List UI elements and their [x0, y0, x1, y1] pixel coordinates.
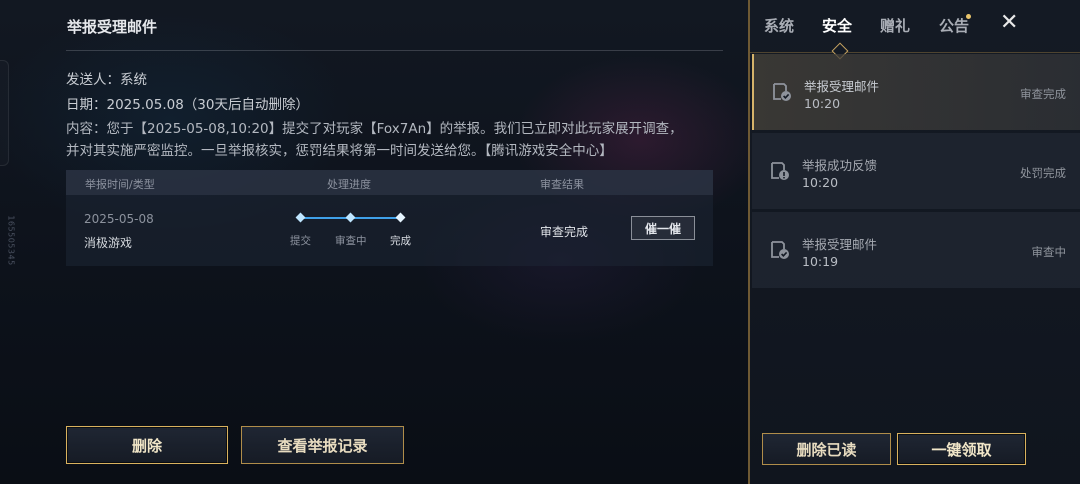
check-mail-icon	[773, 83, 791, 101]
mail-sender: 发送人：系统	[66, 72, 147, 88]
delete-read-button[interactable]: 删除已读	[762, 433, 891, 465]
mail-date: 日期：2025.05.08（30天后自动删除）	[66, 97, 309, 113]
urge-button[interactable]: 催一催	[631, 216, 695, 240]
mail-content: 内容：您于【2025-05-08,10:20】提交了对玩家【Fox7An】的举报…	[66, 118, 726, 162]
side-handle[interactable]	[0, 60, 9, 166]
mail-item-status: 审查中	[1031, 245, 1067, 259]
mail-screen: 165505345 举报受理邮件 发送人：系统 日期：2025.05.08（30…	[0, 0, 1080, 484]
step-label-complete: 完成	[390, 235, 411, 247]
side-id-text: 165505345	[6, 215, 16, 266]
view-report-records-button[interactable]: 查看举报记录	[241, 426, 404, 464]
mail-content-line: 内容：您于【2025-05-08,10:20】提交了对玩家【Fox7An】的举报…	[66, 121, 683, 137]
progress-tracker: 提交 审查中 完成	[288, 211, 418, 251]
mail-item-time: 10:20	[804, 96, 841, 111]
step-label-reviewing: 审查中	[335, 235, 367, 247]
mail-item-time: 10:19	[802, 254, 839, 269]
step-label-submit: 提交	[290, 235, 311, 247]
mail-item-time: 10:20	[802, 175, 839, 190]
tab-announcements[interactable]: 公告	[939, 15, 969, 36]
report-result: 审查完成	[540, 225, 589, 239]
mail-title: 举报受理邮件	[67, 18, 158, 36]
mail-list-panel: 系统 安全 赠礼 公告 ✕ 举报受理邮件 10:20 审查完成 举报成功反馈 1…	[748, 0, 1080, 484]
mail-tabs: 系统 安全 赠礼 公告 ✕	[750, 0, 1080, 60]
mail-item-title: 举报受理邮件	[802, 237, 878, 252]
report-type: 消极游戏	[84, 236, 133, 250]
mail-content-line: 并对其实施严密监控。一旦举报核实，惩罚结果将第一时间发送给您。【腾讯游戏安全中心…	[66, 143, 613, 159]
claim-all-button[interactable]: 一键领取	[897, 433, 1026, 465]
progress-step-dot	[295, 212, 306, 223]
header-result: 审查结果	[540, 178, 584, 191]
new-badge-dot	[966, 14, 971, 19]
tab-system[interactable]: 系统	[764, 15, 794, 36]
mail-list-item[interactable]: 举报受理邮件 10:19 审查中	[752, 212, 1080, 288]
delete-button[interactable]: 删除	[66, 426, 228, 464]
mail-item-status: 处罚完成	[1020, 166, 1066, 180]
header-report-time-type: 举报时间/类型	[85, 178, 155, 191]
mail-item-title: 举报成功反馈	[802, 158, 878, 173]
alert-mail-icon	[771, 162, 789, 180]
mail-item-status: 审查完成	[1020, 87, 1066, 101]
close-icon[interactable]: ✕	[1000, 10, 1018, 35]
mail-list-item[interactable]: 举报受理邮件 10:20 审查完成	[752, 54, 1080, 130]
mail-item-title: 举报受理邮件	[804, 79, 880, 94]
report-date: 2025-05-08	[84, 212, 154, 226]
tab-security[interactable]: 安全	[822, 15, 852, 36]
mail-list-item[interactable]: 举报成功反馈 10:20 处罚完成	[752, 133, 1080, 209]
header-progress: 处理进度	[327, 178, 371, 191]
tab-gifts[interactable]: 赠礼	[880, 15, 910, 36]
progress-step-dot	[345, 212, 356, 223]
title-divider	[66, 50, 723, 51]
mail-detail-panel: 165505345 举报受理邮件 发送人：系统 日期：2025.05.08（30…	[0, 0, 748, 484]
progress-step-dot	[395, 212, 406, 223]
report-table: 举报时间/类型 处理进度 审查结果 2025-05-08 消极游戏 提交 审查中…	[66, 170, 713, 266]
check-mail-icon	[771, 241, 789, 259]
report-table-header: 举报时间/类型 处理进度 审查结果	[66, 170, 713, 195]
